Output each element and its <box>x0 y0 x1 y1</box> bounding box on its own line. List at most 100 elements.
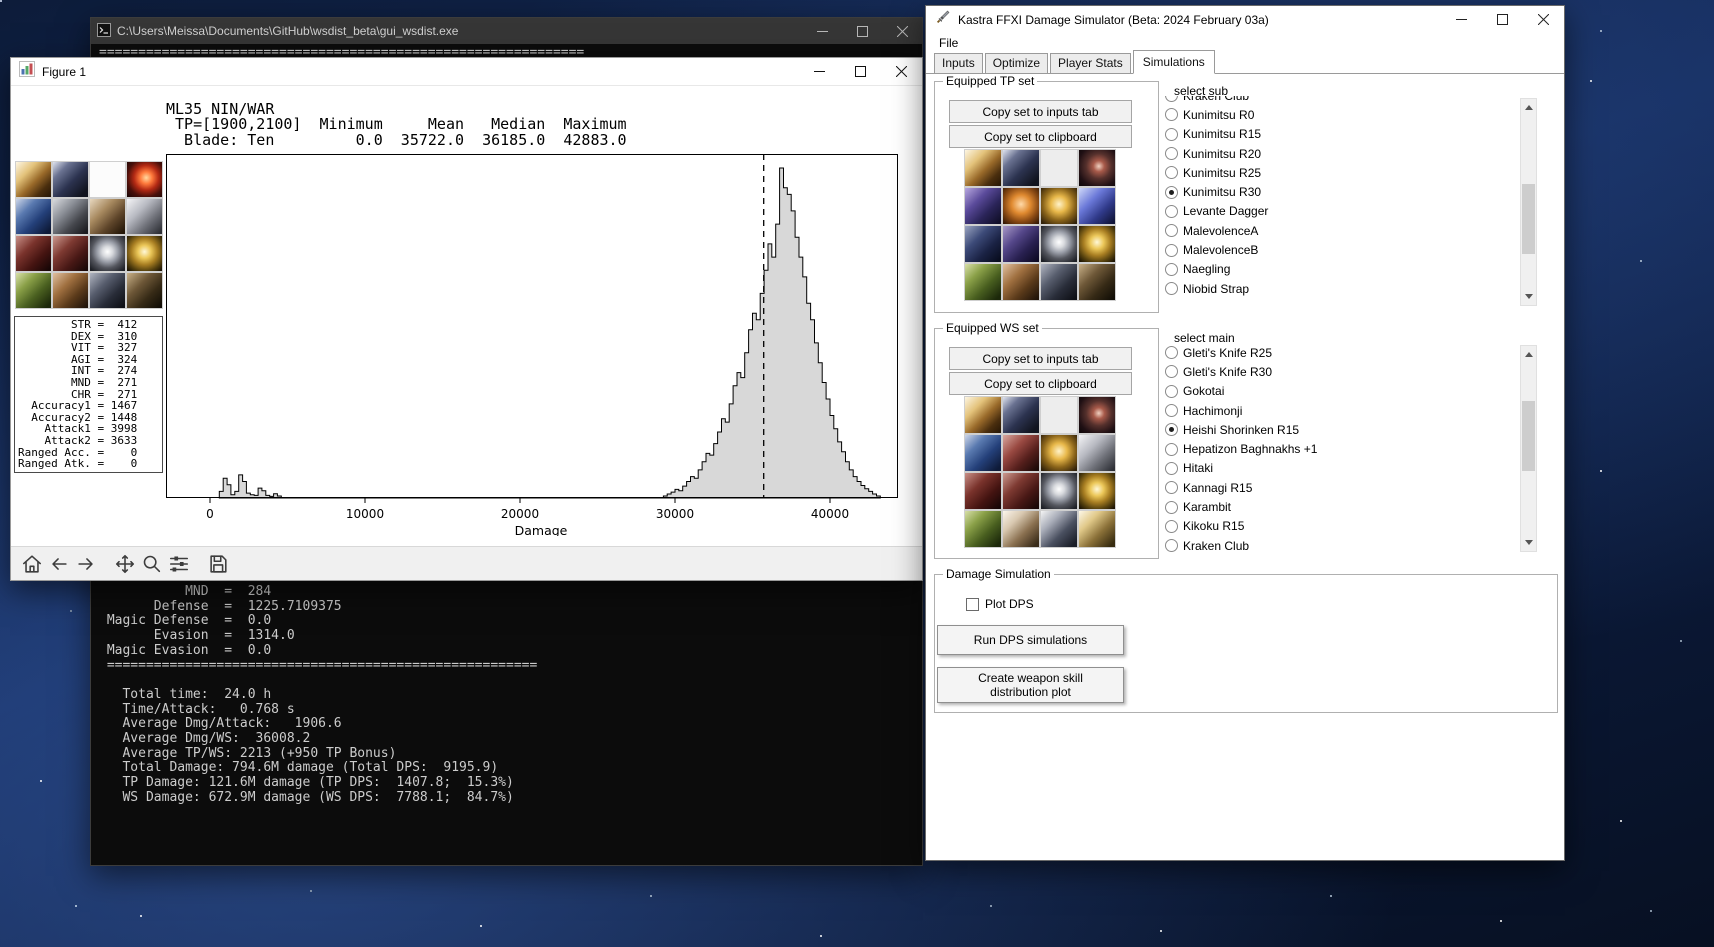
console-minimize-button[interactable] <box>802 18 842 44</box>
radio-option-heishi-shorinken-r15[interactable]: Heishi Shorinken R15 <box>1162 420 1519 439</box>
waist-belt-icon <box>1002 263 1040 301</box>
desktop: C:\Users\Meissa\Documents\GitHub\wsdist_… <box>0 0 1714 947</box>
pan-icon[interactable] <box>112 551 138 577</box>
empty-slot-gray-icon <box>1040 149 1078 187</box>
radio-option-kikoku-r15[interactable]: Kikoku R15 <box>1162 517 1519 536</box>
ws-copy-to-clipboard-button[interactable]: Copy set to clipboard <box>949 372 1132 395</box>
radio-option-label: Kraken Club <box>1183 96 1249 103</box>
scrollbar-down-icon[interactable] <box>1521 534 1536 551</box>
radio-option-kunimitsu-r30[interactable]: Kunimitsu R30 <box>1162 182 1519 201</box>
radio-option-kraken-club[interactable]: Kraken Club <box>1162 96 1519 105</box>
radio-icon <box>1165 166 1178 180</box>
hands-gloves-icon <box>52 235 89 272</box>
home-icon[interactable] <box>19 551 45 577</box>
figure-close-button[interactable] <box>881 58 922 85</box>
empty-slot-icon <box>89 161 126 198</box>
tab-simulations[interactable]: Simulations <box>1132 50 1215 74</box>
radio-option-kraken-club[interactable]: Kraken Club <box>1162 536 1519 555</box>
radio-option-kunimitsu-r0[interactable]: Kunimitsu R0 <box>1162 105 1519 124</box>
tp-copy-to-inputs-button[interactable]: Copy set to inputs tab <box>949 100 1132 123</box>
figure-maximize-button[interactable] <box>840 58 881 85</box>
figure-canvas: ML35 NIN/WAR TP=[1900,2100] Minimum Mean… <box>11 86 922 546</box>
console-output-text: MND = 284 Defense = 1225.7109375 Magic D… <box>106 584 538 805</box>
radio-option-gleti-s-knife-r30[interactable]: Gleti's Knife R30 <box>1162 362 1519 381</box>
ring-gold-icon <box>126 235 163 272</box>
radio-option-hitaki[interactable]: Hitaki <box>1162 459 1519 478</box>
cmd-icon <box>97 22 111 40</box>
console-titlebar[interactable]: C:\Users\Meissa\Documents\GitHub\wsdist_… <box>91 18 922 44</box>
figure-titlebar[interactable]: Figure 1 <box>11 58 922 86</box>
radio-option-label: Karambit <box>1183 500 1232 515</box>
app-close-button[interactable] <box>1523 6 1564 33</box>
radio-icon <box>1165 127 1178 141</box>
radio-option-kunimitsu-r15[interactable]: Kunimitsu R15 <box>1162 125 1519 144</box>
ws-summary-text: ML35 NIN/WAR TP=[1900,2100] Minimum Mean… <box>166 100 627 149</box>
back-cape-icon <box>964 510 1002 548</box>
legs-armor-icon <box>89 272 126 309</box>
simulations-tab-page: Equipped TP set Copy set to inputs tab C… <box>926 74 1564 860</box>
tp-copy-to-clipboard-button[interactable]: Copy set to clipboard <box>949 125 1132 148</box>
body-dark-icon <box>964 225 1002 263</box>
radio-option-niobid-strap[interactable]: Niobid Strap <box>1162 279 1519 298</box>
menu-file[interactable]: File <box>933 35 964 51</box>
run-dps-simulations-button[interactable]: Run DPS simulations <box>937 625 1124 655</box>
plot-dps-checkbox[interactable] <box>966 597 979 611</box>
radio-icon <box>1165 108 1178 122</box>
save-icon[interactable] <box>205 551 231 577</box>
app-titlebar[interactable]: Kastra FFXI Damage Simulator (Beta: 2024… <box>926 6 1564 33</box>
radio-option-gokotai[interactable]: Gokotai <box>1162 382 1519 401</box>
radio-option-hepatizon-baghnakhs-1[interactable]: Hepatizon Baghnakhs +1 <box>1162 439 1519 458</box>
ws-copy-to-inputs-button[interactable]: Copy set to inputs tab <box>949 347 1132 370</box>
weapon-blade-icon <box>52 161 89 198</box>
figure-minimize-button[interactable] <box>799 58 840 85</box>
radio-option-karambit[interactable]: Karambit <box>1162 497 1519 516</box>
ring-silver-icon <box>1040 472 1078 510</box>
radio-option-gleti-s-knife-r25[interactable]: Gleti's Knife R25 <box>1162 343 1519 362</box>
radio-option-levante-dagger[interactable]: Levante Dagger <box>1162 202 1519 221</box>
console-maximize-button[interactable] <box>842 18 882 44</box>
scrollbar-up-icon[interactable] <box>1521 346 1536 363</box>
tab-optimize[interactable]: Optimize <box>984 53 1049 73</box>
radio-option-naegling[interactable]: Naegling <box>1162 260 1519 279</box>
console-close-button[interactable] <box>882 18 922 44</box>
body-armor-icon <box>15 235 52 272</box>
svg-text:10000: 10000 <box>346 507 384 521</box>
equipped-ws-set-label: Equipped WS set <box>943 321 1042 335</box>
zoom-icon[interactable] <box>139 551 165 577</box>
forward-icon[interactable] <box>73 551 99 577</box>
configure-subplots-icon[interactable] <box>166 551 192 577</box>
radio-option-malevolenceb[interactable]: MalevolenceB <box>1162 240 1519 259</box>
scrollbar-up-icon[interactable] <box>1521 99 1536 116</box>
radio-icon <box>1165 147 1178 161</box>
scrollbar-thumb[interactable] <box>1522 401 1535 471</box>
scrollbar-thumb[interactable] <box>1522 184 1535 254</box>
radio-option-label: Hitaki <box>1183 461 1214 476</box>
ring-silver-icon <box>1040 225 1078 263</box>
weapon-dagger-icon <box>15 161 52 198</box>
radio-option-kunimitsu-r20[interactable]: Kunimitsu R20 <box>1162 144 1519 163</box>
scrollbar-down-icon[interactable] <box>1521 288 1536 305</box>
create-ws-distribution-plot-button[interactable]: Create weapon skill distribution plot <box>937 667 1124 703</box>
ammo-dark-icon <box>1078 396 1116 434</box>
app-maximize-button[interactable] <box>1482 6 1523 33</box>
damage-histogram: 0 10000 20000 30000 40000 Damage <box>166 154 898 536</box>
radio-option-hachimonji[interactable]: Hachimonji <box>1162 401 1519 420</box>
back-icon[interactable] <box>46 551 72 577</box>
radio-option-label: Hepatizon Baghnakhs +1 <box>1183 442 1318 457</box>
select-main-scrollbar[interactable] <box>1520 345 1537 552</box>
ring-gold-icon <box>1078 472 1116 510</box>
head-jeweled-icon <box>964 187 1002 225</box>
tab-player-stats[interactable]: Player Stats <box>1050 53 1131 73</box>
radio-option-kunimitsu-r25[interactable]: Kunimitsu R25 <box>1162 163 1519 182</box>
menu-bar: File <box>926 33 1564 52</box>
app-minimize-button[interactable] <box>1441 6 1482 33</box>
select-sub-scrollbar[interactable] <box>1520 98 1537 306</box>
radio-option-label: Kunimitsu R15 <box>1183 127 1262 142</box>
tab-inputs[interactable]: Inputs <box>934 53 983 73</box>
radio-icon <box>1165 243 1178 257</box>
legs-armor-icon <box>1040 263 1078 301</box>
ring-gold-icon <box>1078 225 1116 263</box>
radio-option-kannagi-r15[interactable]: Kannagi R15 <box>1162 478 1519 497</box>
figure-title: Figure 1 <box>42 64 87 79</box>
radio-option-malevolencea[interactable]: MalevolenceA <box>1162 221 1519 240</box>
